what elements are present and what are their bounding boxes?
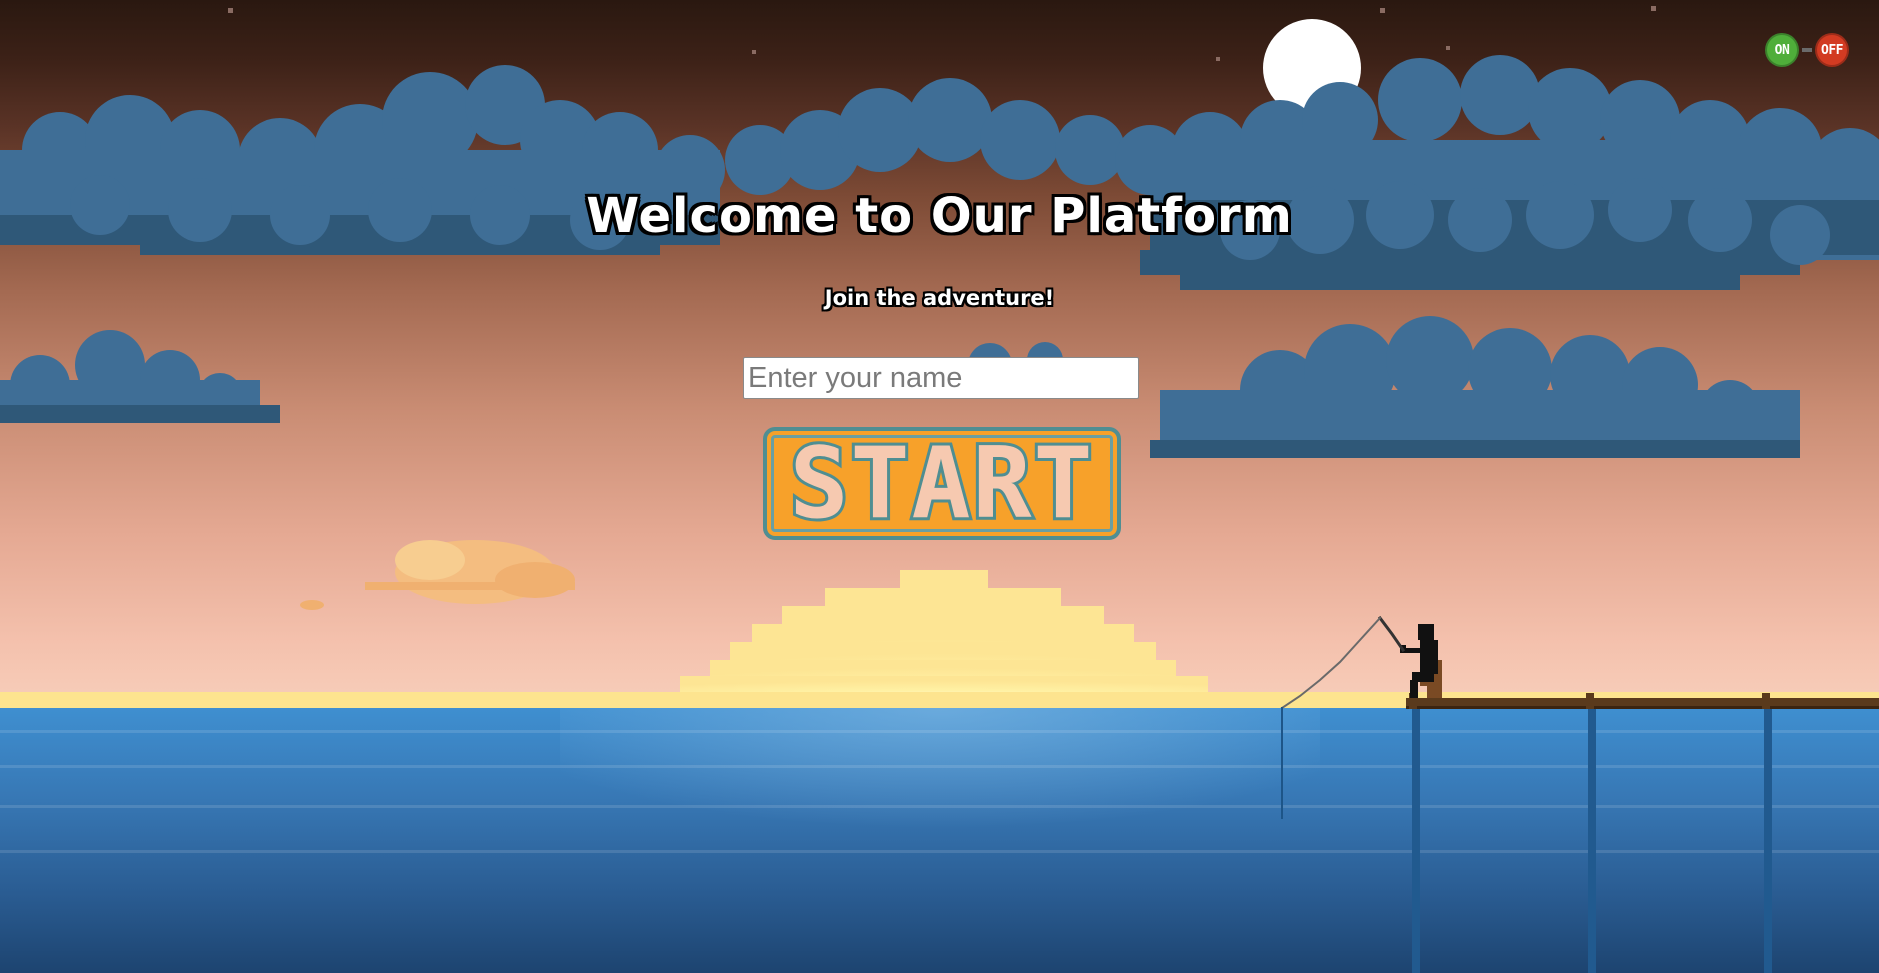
page-subtitle: Join the adventure!	[824, 286, 1055, 310]
toggle-connector	[1802, 48, 1812, 52]
cloud-left-lower	[0, 330, 280, 423]
cloud-bank-upper	[0, 55, 1879, 290]
game-scene: ON OFF Welcome to Our Platform Join the …	[0, 0, 1879, 973]
start-button-label: START	[786, 426, 1095, 541]
sound-on-button[interactable]: ON	[1765, 33, 1799, 67]
sound-off-button[interactable]: OFF	[1815, 33, 1849, 67]
cloud-peach	[300, 540, 575, 610]
name-input[interactable]	[743, 357, 1139, 399]
start-button[interactable]: START	[763, 427, 1121, 540]
page-title: Welcome to Our Platform	[586, 188, 1293, 244]
fisherman	[1400, 624, 1442, 698]
setting-sun	[680, 570, 1208, 700]
cloud-right-lower	[1150, 316, 1800, 458]
stars	[228, 6, 1656, 61]
